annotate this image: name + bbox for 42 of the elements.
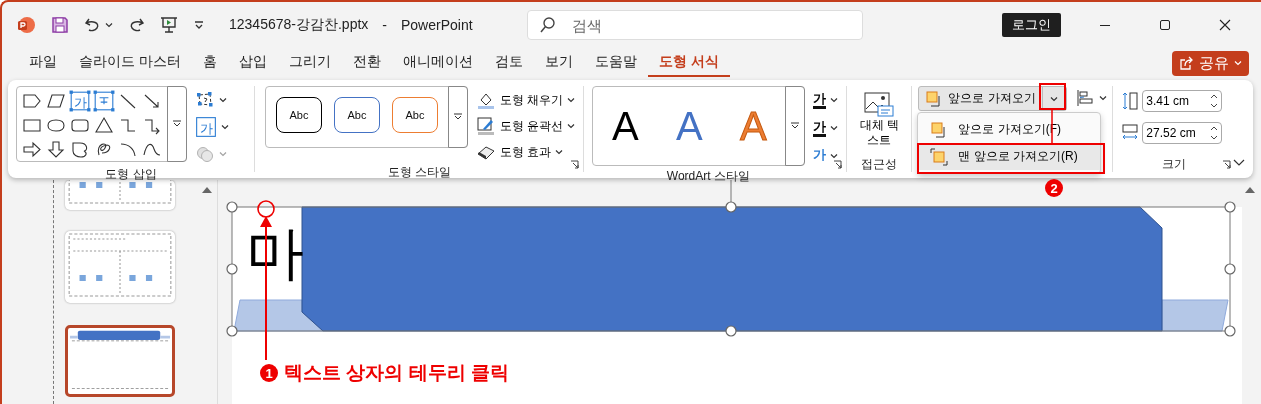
text-format-button[interactable]: 가 [813,116,839,140]
title-separator: - [382,17,387,33]
wordart-preset[interactable]: A [671,87,708,165]
shape-format-button[interactable]: 도형 효과 [476,140,576,164]
shape-format-button[interactable]: 도형 채우기 [476,88,576,112]
text-format-button[interactable]: 가 [813,144,839,168]
login-button[interactable]: 로그인 [1002,13,1061,37]
ribbon-tab[interactable]: 애니메이션 [391,49,484,77]
height-field[interactable]: 3.41 cm [1142,90,1223,112]
group-label: 접근성 [861,156,898,172]
text-format-button[interactable]: 가 [813,88,839,112]
group-label: 도형 삽입 [105,166,157,182]
text-box-icon[interactable]: 가 [69,90,91,112]
group-label: 도형 스타일 [387,164,451,180]
ribbon-tab[interactable]: 홈 [191,49,228,77]
group-label: 크기 [1162,156,1187,172]
ribbon-tab[interactable]: 파일 [18,49,68,77]
shape-style-preset[interactable]: Abc [392,97,438,133]
share-button[interactable]: 공유 [1172,50,1249,76]
shape-style-preset[interactable]: Abc [276,97,322,133]
ribbon-tab[interactable]: 검토 [483,49,534,77]
search-field[interactable]: 검색 [526,10,863,40]
text-box-button[interactable]: 가 [195,115,229,139]
shape-format-button[interactable]: 도형 윤곽선 [476,114,576,138]
wordart-preset[interactable]: A [607,87,644,165]
ribbon-tab[interactable]: 그리기 [277,49,342,77]
menu-item[interactable]: 맨 앞으로 가져오기(R) [918,143,1101,170]
step-badge: 2 [1045,179,1063,197]
ribbon-tab[interactable]: 보기 [533,49,584,77]
ribbon-tab[interactable]: 삽입 [227,49,278,77]
ribbon-tab[interactable]: 도움말 [583,49,648,77]
app-name: PowerPoint [401,17,473,33]
shape-style-preset[interactable]: Abc [334,97,380,133]
annotation-text: 텍스트 상자의 테두리 클릭 [284,361,509,385]
file-name: 12345678-강감찬.pptx [229,16,369,34]
width-field[interactable]: 27.52 cm [1142,122,1223,144]
ribbon-tab[interactable]: 도형 서식 [647,49,730,77]
group-label: WordArt 스타일 [666,168,750,184]
ribbon-tab[interactable]: 슬라이드 마스터 [68,49,192,77]
text-box-icon: 가 [195,116,217,138]
alt-text-button[interactable]: 대체 텍스트 [857,86,902,148]
ribbon-tab[interactable]: 전환 [341,49,392,77]
